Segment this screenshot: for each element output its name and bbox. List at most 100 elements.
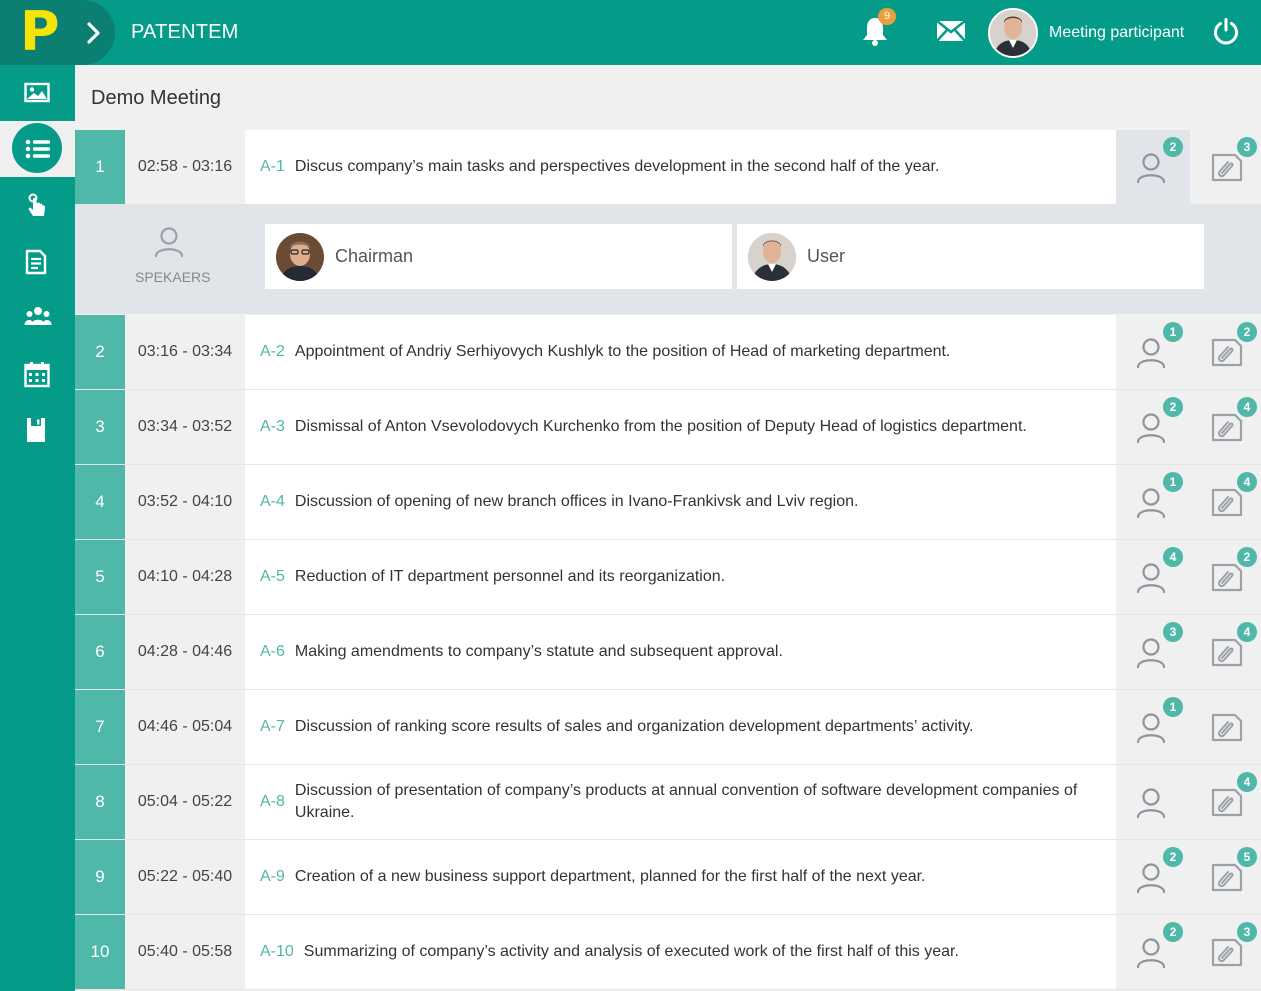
agenda-item-body[interactable]: A-6 Making amendments to company’s statut… xyxy=(260,615,1110,689)
attachments-icon xyxy=(1211,338,1243,367)
agenda-time: 05:22 - 05:40 xyxy=(125,840,245,914)
image-icon xyxy=(24,82,50,103)
agenda-time: 03:34 - 03:52 xyxy=(125,390,245,464)
speakers-icon xyxy=(1136,563,1166,594)
user-name[interactable]: Meeting participant xyxy=(1049,24,1184,42)
sidebar-item-participants[interactable] xyxy=(0,289,75,345)
sidebar-item-agenda[interactable] xyxy=(0,121,75,177)
agenda-item-body[interactable]: A-10 Summarizing of company’s activity an… xyxy=(260,915,1110,989)
speakers-button[interactable]: 2 xyxy=(1116,390,1190,464)
agenda-item-body[interactable]: A-2 Appointment of Andriy Serhiyovych Kus… xyxy=(260,315,1110,389)
sidebar-item-documents[interactable] xyxy=(0,233,75,289)
speakers-button[interactable]: 1 xyxy=(1116,465,1190,539)
speakers-count-badge: 3 xyxy=(1163,622,1183,642)
attachments-button[interactable]: 3 xyxy=(1190,130,1261,204)
sidebar-item-voting[interactable] xyxy=(0,177,75,233)
attachments-button[interactable]: 3 xyxy=(1190,915,1261,989)
speakers-button[interactable]: 1 xyxy=(1116,690,1190,764)
attachments-button[interactable]: 5 xyxy=(1190,840,1261,914)
speakers-count-badge: 1 xyxy=(1163,472,1183,492)
attachments-icon xyxy=(1211,563,1243,592)
speakers-button[interactable]: 2 xyxy=(1116,840,1190,914)
speakers-icon xyxy=(1136,713,1166,744)
sidebar-item-notes[interactable] xyxy=(0,401,75,457)
agenda-row[interactable]: 8 05:04 - 05:22 A-8 Discussion of presentat… xyxy=(75,765,1261,839)
agenda-number: 4 xyxy=(75,465,125,539)
speakers-button[interactable] xyxy=(1116,765,1190,839)
mail-icon[interactable] xyxy=(936,20,966,42)
speaker-name: Chairman xyxy=(335,246,414,266)
speaker-avatar xyxy=(748,233,796,281)
agenda-item-body[interactable]: A-9 Creation of a new business support de… xyxy=(260,840,1110,914)
agenda-row[interactable]: 1 02:58 - 03:16 A-1 Discus company’s main t… xyxy=(75,130,1261,204)
user-photo xyxy=(990,10,1036,56)
speakers-icon xyxy=(1136,788,1166,819)
agenda-row[interactable]: 2 03:16 - 03:34 A-2 Appointment of Andriy S… xyxy=(75,315,1261,389)
agenda-row[interactable]: 6 04:28 - 04:46 A-6 Making amendments to co… xyxy=(75,615,1261,689)
attachments-icon xyxy=(1211,413,1243,442)
agenda-item-body[interactable]: A-5 Reduction of IT department personnel … xyxy=(260,540,1110,614)
agenda-row[interactable]: 3 03:34 - 03:52 A-3 Dismissal of Anton Vsev… xyxy=(75,390,1261,464)
attachments-button[interactable]: 4 xyxy=(1190,615,1261,689)
attachments-button[interactable]: 2 xyxy=(1190,540,1261,614)
sidebar-item-calendar[interactable] xyxy=(0,345,75,401)
attachments-button[interactable]: 4 xyxy=(1190,465,1261,539)
attachments-icon xyxy=(1211,938,1243,967)
speakers-count-badge: 1 xyxy=(1163,322,1183,342)
agenda-row[interactable]: 10 05:40 - 05:58 A-10 Summarizing of compan… xyxy=(75,915,1261,989)
attachments-button[interactable]: 4 xyxy=(1190,390,1261,464)
agenda-row[interactable]: 9 05:22 - 05:40 A-9 Creation of a new busin… xyxy=(75,840,1261,914)
attachments-button[interactable]: 4 xyxy=(1190,765,1261,839)
agenda-time: 04:10 - 04:28 xyxy=(125,540,245,614)
agenda-code: A-10 xyxy=(260,943,294,960)
agenda-item-body[interactable]: A-8 Discussion of presentation of company… xyxy=(260,765,1110,839)
participants-icon xyxy=(24,307,52,325)
speakers-button[interactable]: 1 xyxy=(1116,315,1190,389)
agenda-code: A-6 xyxy=(260,643,285,660)
speaker-name: User xyxy=(807,246,846,266)
row-divider xyxy=(75,989,1261,990)
user-avatar[interactable] xyxy=(988,8,1038,58)
power-icon[interactable] xyxy=(1212,17,1240,45)
agenda-row[interactable]: 5 04:10 - 04:28 A-5 Reduction of IT departm… xyxy=(75,540,1261,614)
agenda-number: 6 xyxy=(75,615,125,689)
speakers-button[interactable]: 4 xyxy=(1116,540,1190,614)
agenda-row[interactable]: 7 04:46 - 05:04 A-7 Discussion of ranking s… xyxy=(75,690,1261,764)
speakers-count-badge: 1 xyxy=(1163,697,1183,717)
attachments-button[interactable] xyxy=(1190,690,1261,764)
speakers-button[interactable]: 2 xyxy=(1116,915,1190,989)
agenda-time: 05:40 - 05:58 xyxy=(125,915,245,989)
speaker-person-icon xyxy=(154,227,184,258)
speakers-count-badge: 2 xyxy=(1163,922,1183,942)
speakers-panel: SPEKAERS Chairman User xyxy=(75,204,1261,314)
sidebar-item-media[interactable] xyxy=(0,65,75,121)
speaker-photo xyxy=(276,233,324,281)
attachments-count-badge: 3 xyxy=(1237,922,1257,942)
agenda-time: 04:28 - 04:46 xyxy=(125,615,245,689)
agenda-item-body[interactable]: A-7 Discussion of ranking score results o… xyxy=(260,690,1110,764)
agenda-code: A-2 xyxy=(260,343,285,360)
speaker-card[interactable]: Chairman xyxy=(265,224,732,289)
speaker-card[interactable]: User xyxy=(737,224,1204,289)
speakers-button[interactable]: 3 xyxy=(1116,615,1190,689)
attachments-count-badge: 4 xyxy=(1237,472,1257,492)
speakers-button[interactable]: 2 xyxy=(1116,130,1190,204)
agenda-item-body[interactable]: A-1 Discus company’s main tasks and persp… xyxy=(260,130,1110,204)
attachments-count-badge: 4 xyxy=(1237,622,1257,642)
calendar-icon xyxy=(24,362,50,388)
main-content: Demo Meeting 1 02:58 - 03:16 A-1 Discus com… xyxy=(75,65,1261,991)
agenda-item-body[interactable]: A-3 Dismissal of Anton Vsevolodovych Kurc… xyxy=(260,390,1110,464)
agenda-time: 03:16 - 03:34 xyxy=(125,315,245,389)
agenda-number: 2 xyxy=(75,315,125,389)
sidebar-toggle-button[interactable] xyxy=(75,0,115,65)
touch-vote-icon xyxy=(28,193,45,216)
attachments-button[interactable]: 2 xyxy=(1190,315,1261,389)
speakers-icon xyxy=(1136,863,1166,894)
speakers-icon xyxy=(1136,938,1166,969)
app-logo[interactable]: P xyxy=(0,0,75,65)
agenda-item-body[interactable]: A-4 Discussion of opening of new branch o… xyxy=(260,465,1110,539)
app-title: PATENTEM xyxy=(131,21,239,43)
top-bar: P PATENTEM 9 Meeting participant xyxy=(0,0,1261,65)
agenda-row[interactable]: 4 03:52 - 04:10 A-4 Discussion of opening o… xyxy=(75,465,1261,539)
attachments-icon xyxy=(1211,863,1243,892)
